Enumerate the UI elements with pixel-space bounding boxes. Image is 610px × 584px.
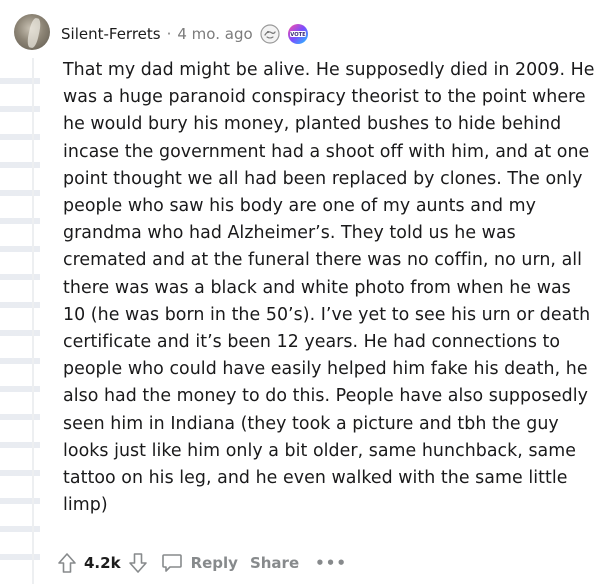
vote-award-text: VOTE [290,32,306,38]
reply-label: Reply [190,554,238,572]
thread-line[interactable] [32,58,34,584]
vote-score: 4.2k [84,554,121,572]
comment-actions: 4.2k Reply Share ••• [56,547,347,579]
share-button[interactable]: Share [250,554,299,572]
comment: Silent-Ferrets · 4 mo. ago VOTE That my … [0,0,610,584]
helpful-award-icon[interactable] [259,23,281,45]
comment-body-text: That my dad might be alive. He supposedl… [63,60,595,516]
meta-separator: · [166,25,172,43]
reply-button[interactable]: Reply [161,553,238,573]
vote-award-icon[interactable]: VOTE [287,23,309,45]
reply-bubble-icon [161,553,183,573]
background-ghost-text [0,60,40,580]
comment-meta: Silent-Ferrets · 4 mo. ago VOTE [61,23,309,45]
downvote-icon[interactable] [127,551,149,575]
avatar[interactable] [14,14,50,50]
username[interactable]: Silent-Ferrets [61,25,161,43]
comment-body: That my dad might be alive. He supposedl… [63,57,598,519]
more-options-button[interactable]: ••• [315,554,347,572]
timestamp[interactable]: 4 mo. ago [177,25,252,43]
upvote-icon[interactable] [56,551,78,575]
